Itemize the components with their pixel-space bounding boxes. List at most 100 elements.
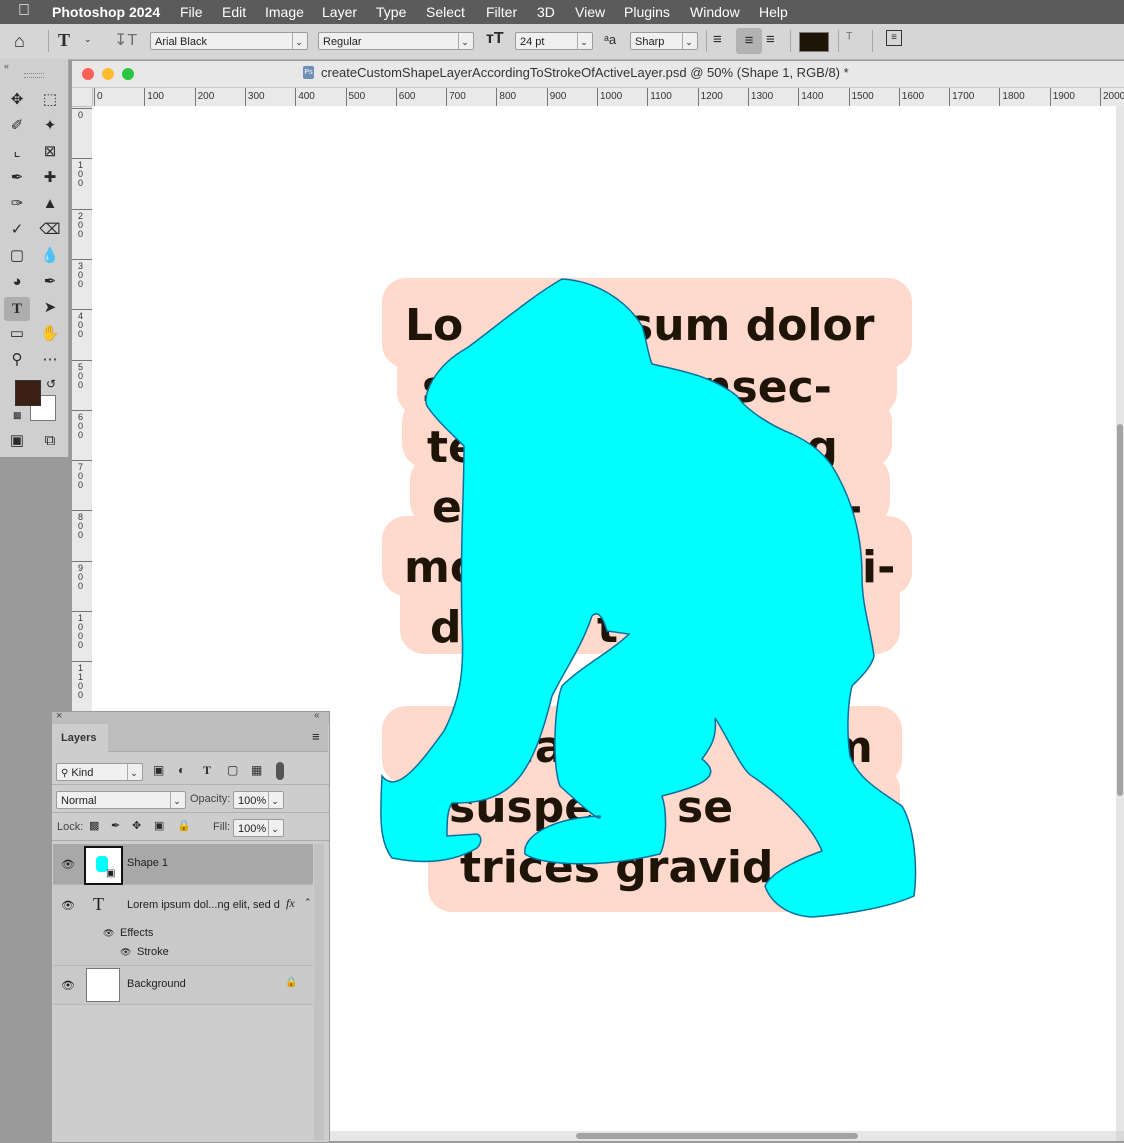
layer-row-background[interactable]: 👁 Background 🔒 <box>53 966 313 1005</box>
ruler-tick <box>395 88 397 106</box>
vertical-scrollbar[interactable] <box>1116 106 1124 1131</box>
ruler-tick <box>798 88 800 106</box>
warp-text-icon[interactable]: ᵀ <box>846 30 853 47</box>
font-size-select[interactable]: 24 pt ⌄ <box>515 32 593 50</box>
lock-transparent-icon[interactable]: ▩ <box>89 819 99 832</box>
opacity-field[interactable]: 100% ⌄ <box>233 791 284 809</box>
default-colors-icon[interactable]: ▩ <box>13 410 22 421</box>
move-tool-icon[interactable]: ✥ <box>6 90 28 110</box>
align-left-icon[interactable]: ≡ <box>713 31 722 48</box>
horizontal-ruler[interactable]: 0 100 200 300 400 500 600 700 800 900 1000 1100 1200… <box>92 88 1124 107</box>
text-color-swatch[interactable] <box>799 32 829 52</box>
menu-layer[interactable]: Layer <box>322 4 357 20</box>
panel-menu-icon[interactable]: ≡ <box>312 729 320 744</box>
frame-tool-icon[interactable]: ⊠ <box>39 142 61 162</box>
foreground-color-swatch[interactable] <box>15 380 41 406</box>
pen-tool-icon[interactable]: ✒ <box>39 272 61 292</box>
menu-image[interactable]: Image <box>265 4 304 20</box>
menu-file[interactable]: File <box>180 4 203 20</box>
lock-artboard-icon[interactable]: ▣ <box>154 819 164 832</box>
brush-tool-icon[interactable]: ✑ <box>6 194 28 214</box>
fill-field[interactable]: 100% ⌄ <box>233 819 284 837</box>
screen-mode-icon[interactable]: ⧉ <box>39 431 61 451</box>
fx-icon[interactable]: fx <box>286 896 295 911</box>
font-family-select[interactable]: Arial Black ⌄ <box>150 32 308 50</box>
close-window-button[interactable] <box>82 68 94 80</box>
visibility-eye-icon[interactable]: 👁 <box>103 928 114 939</box>
antialias-select[interactable]: Sharp ⌄ <box>630 32 698 50</box>
font-style-select[interactable]: Regular ⌄ <box>318 32 474 50</box>
filter-type-icon[interactable]: T <box>203 763 211 778</box>
apple-icon[interactable]:  <box>18 2 30 20</box>
chevron-up-icon[interactable]: ⌃ <box>304 897 312 908</box>
antialias-value: Sharp <box>635 36 665 48</box>
blend-mode-select[interactable]: Normal ⌄ <box>56 791 186 809</box>
lasso-tool-icon[interactable]: ✐ <box>6 116 28 136</box>
ruler-origin[interactable] <box>72 88 93 107</box>
hand-tool-icon[interactable]: ✋ <box>39 324 61 344</box>
minimize-window-button[interactable] <box>102 68 114 80</box>
zoom-tool-icon[interactable]: ⚲ <box>6 350 28 370</box>
layers-scrollbar[interactable] <box>314 844 324 1140</box>
quick-mask-icon[interactable]: ▣ <box>6 431 28 451</box>
path-selection-tool-icon[interactable]: ➤ <box>39 298 61 318</box>
menu-window[interactable]: Window <box>690 4 740 20</box>
rectangle-tool-icon[interactable]: ▭ <box>6 324 28 344</box>
app-name[interactable]: Photoshop 2024 <box>52 4 160 20</box>
menu-view[interactable]: View <box>575 4 605 20</box>
visibility-eye-icon[interactable]: 👁 <box>61 979 75 992</box>
crop-tool-icon[interactable]: ⌞ <box>6 142 28 162</box>
menu-plugins[interactable]: Plugins <box>624 4 670 20</box>
align-right-icon[interactable]: ≡ <box>766 31 775 48</box>
layers-panel-header[interactable]: × « <box>52 710 329 724</box>
marquee-tool-icon[interactable]: ⬚ <box>39 90 61 110</box>
filter-toggle[interactable] <box>276 762 284 780</box>
type-tool-icon[interactable]: T <box>4 297 30 321</box>
menu-help[interactable]: Help <box>759 4 788 20</box>
visibility-eye-icon[interactable]: 👁 <box>61 899 75 912</box>
horizontal-scroll-thumb[interactable] <box>576 1133 858 1139</box>
home-icon[interactable]: ⌂ <box>14 31 25 52</box>
lock-position-icon[interactable]: ✥ <box>132 819 141 832</box>
close-panel-icon[interactable]: × <box>56 710 62 722</box>
layer-row-text[interactable]: 👁 T Lorem ipsum dol...ng elit, sed d fx … <box>53 885 313 966</box>
menu-edit[interactable]: Edit <box>222 4 246 20</box>
healing-brush-tool-icon[interactable]: ✚ <box>39 168 61 188</box>
visibility-eye-icon[interactable]: 👁 <box>120 947 131 958</box>
ruler-tick <box>345 88 347 106</box>
clone-stamp-tool-icon[interactable]: ▲ <box>39 194 61 214</box>
eraser-tool-icon[interactable]: ⌫ <box>39 220 61 240</box>
swap-colors-icon[interactable]: ↺ <box>46 377 56 391</box>
layer-row-shape-1[interactable]: 👁 ▣ Shape 1 <box>53 844 313 885</box>
lock-image-icon[interactable]: ✒ <box>111 819 120 832</box>
tab-layers[interactable]: Layers <box>53 724 109 752</box>
collapse-icon[interactable]: « <box>4 61 9 71</box>
more-tools-icon[interactable]: ⋯ <box>39 350 61 370</box>
magic-wand-tool-icon[interactable]: ✦ <box>39 116 61 136</box>
zoom-window-button[interactable] <box>122 68 134 80</box>
menu-filter[interactable]: Filter <box>486 4 517 20</box>
filter-shape-icon[interactable]: ▢ <box>227 763 238 777</box>
lock-all-icon[interactable]: 🔒 <box>177 819 191 832</box>
filter-kind-select[interactable]: ⚲ Kind ⌄ <box>56 763 143 781</box>
vertical-scroll-thumb[interactable] <box>1117 424 1123 796</box>
chevron-down-icon[interactable]: ⌄ <box>84 34 92 45</box>
blur-tool-icon[interactable]: 💧 <box>39 246 61 266</box>
history-brush-tool-icon[interactable]: ✓ <box>6 220 28 240</box>
text-orientation-icon[interactable]: ↧T <box>114 30 137 50</box>
type-tool-preset-icon[interactable]: T <box>58 30 70 51</box>
filter-pixel-icon[interactable]: ▣ <box>153 763 164 777</box>
menu-select[interactable]: Select <box>426 4 465 20</box>
filter-adjustment-icon[interactable]: ◐ <box>178 763 185 777</box>
gradient-tool-icon[interactable]: ▢ <box>6 246 28 266</box>
menu-3d[interactable]: 3D <box>537 4 555 20</box>
character-panel-icon[interactable]: ≡ <box>886 30 902 46</box>
grip-handle[interactable] <box>24 73 44 78</box>
filter-smart-object-icon[interactable]: ▦ <box>251 763 262 777</box>
menu-type[interactable]: Type <box>376 4 406 20</box>
dodge-tool-icon[interactable]: ◕ <box>6 272 28 292</box>
collapse-panel-icon[interactable]: « <box>314 710 320 721</box>
visibility-eye-icon[interactable]: 👁 <box>61 858 75 871</box>
align-center-icon[interactable]: ≡ <box>736 28 762 54</box>
eyedropper-tool-icon[interactable]: ✒ <box>6 168 28 188</box>
